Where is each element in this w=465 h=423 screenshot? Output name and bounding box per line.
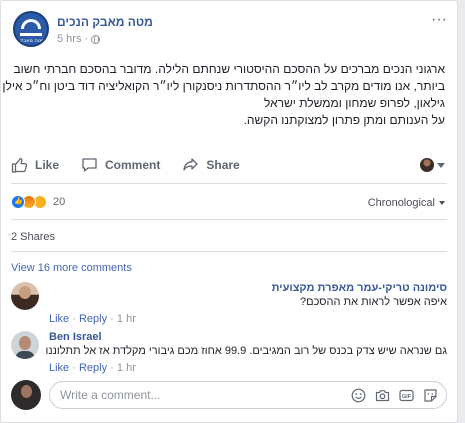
post-meta: 5 hrs · [57, 33, 101, 45]
post-text-line: על הענותם ומתן פתרון למצוקתנו הקשה. [243, 113, 445, 127]
comment-like-link[interactable]: Like [49, 362, 69, 374]
page-name[interactable]: מטה מאבק הנכים [57, 15, 153, 29]
comment-reply-link[interactable]: Reply [79, 362, 107, 374]
share-label: Share [206, 158, 240, 172]
thumbs-up-icon [11, 157, 28, 173]
gif-icon[interactable]: GIF [399, 388, 414, 403]
comment-box[interactable]: GIF [49, 381, 447, 409]
reactions-summary[interactable]: 20 [11, 195, 65, 209]
commenter-avatar[interactable] [11, 331, 39, 359]
commenter-name[interactable]: סימונה טריקי-עמר מאפרת מקצועית [49, 282, 447, 294]
divider [11, 251, 447, 252]
comment-like-link[interactable]: Like [49, 313, 69, 325]
shares-count[interactable]: 2 Shares [11, 231, 55, 243]
post-header: מטה מאבק הנכים מטה מאבק הנכים 5 hrs · ··… [13, 11, 447, 57]
comment-item: סימונה טריקי-עמר מאפרת מקצועית איפה אפשר… [11, 282, 447, 325]
comment-tools: GIF [351, 388, 438, 403]
chevron-down-icon [439, 201, 445, 205]
user-avatar [420, 158, 434, 172]
svg-text:GIF: GIF [402, 394, 412, 400]
post-text: ארגוני הנכים מברכים על ההסכם ההיסטורי שנ… [2, 61, 445, 129]
comment-body: סימונה טריקי-עמר מאפרת מקצועית איפה אפשר… [49, 282, 447, 325]
emoji-icon[interactable] [351, 388, 366, 403]
comment-time[interactable]: 1 hr [117, 313, 136, 325]
commenter-name[interactable]: Ben Israel [49, 331, 447, 343]
logo-arc [21, 19, 41, 29]
comment-item: Ben Israel גם שנראה שיש צדק בכנס של רוב … [11, 331, 447, 375]
current-user-avatar [11, 380, 41, 410]
link-separator: · [72, 362, 79, 374]
share-button[interactable]: Share [182, 157, 240, 173]
link-separator: · [110, 313, 117, 325]
like-button[interactable]: Like [11, 157, 59, 173]
page-avatar[interactable]: מטה מאבק הנכים [13, 11, 49, 47]
comment-input[interactable] [60, 388, 300, 402]
comment-text: גם שנראה שיש צדק בכנס של רוב המגיבים. 99… [45, 345, 447, 357]
reaction-count: 20 [53, 196, 66, 208]
post-text-line: גילאון, לפרופ שמחון וממשלת ישראל [263, 96, 445, 110]
comment-body: Ben Israel גם שנראה שיש צדק בכנס של רוב … [45, 331, 447, 374]
comment-time[interactable]: 1 hr [117, 362, 136, 374]
divider [11, 183, 447, 184]
post-text-line: ביותר, אנו מודים מקרב לב ליו״ר ההסתדרות … [2, 79, 445, 93]
logo-bar [20, 33, 42, 36]
sticker-icon[interactable] [423, 388, 438, 403]
comment-sort-label: Chronological [367, 197, 435, 209]
like-reaction-icon [11, 195, 25, 209]
more-icon[interactable]: ··· [431, 12, 447, 28]
share-icon [183, 158, 199, 171]
comment-text: איפה אפשר לראות את ההסכם? [300, 296, 447, 308]
view-more-comments[interactable]: View 16 more comments [11, 262, 132, 274]
comment-sort-dropdown[interactable]: Chronological [368, 197, 445, 209]
camera-icon[interactable] [375, 388, 390, 403]
logo-text: מטה מאבק הנכים [19, 38, 45, 47]
write-comment-row: GIF [11, 379, 447, 411]
commenter-avatar[interactable] [11, 282, 39, 310]
audience-selector[interactable] [420, 158, 445, 172]
comment-label: Comment [105, 158, 161, 172]
link-separator: · [72, 313, 79, 325]
chevron-down-icon [437, 162, 445, 168]
post-time[interactable]: 5 hrs [57, 33, 81, 45]
meta-separator: · [84, 33, 89, 45]
comment-reply-link[interactable]: Reply [79, 313, 107, 325]
comment-icon [82, 158, 97, 172]
comment-button[interactable]: Comment [81, 157, 160, 173]
action-bar: Like Comment Share [11, 151, 447, 179]
post-text-line: ארגוני הנכים מברכים על ההסכם ההיסטורי שנ… [13, 62, 445, 76]
post-card: מטה מאבק הנכים מטה מאבק הנכים 5 hrs · ··… [0, 0, 458, 423]
link-separator: · [110, 362, 117, 374]
comment-actions: Like · Reply · 1 hr [49, 362, 447, 374]
comment-actions: Like · Reply · 1 hr [49, 313, 447, 325]
divider [11, 219, 447, 220]
globe-icon [91, 34, 101, 44]
like-label: Like [35, 158, 60, 172]
